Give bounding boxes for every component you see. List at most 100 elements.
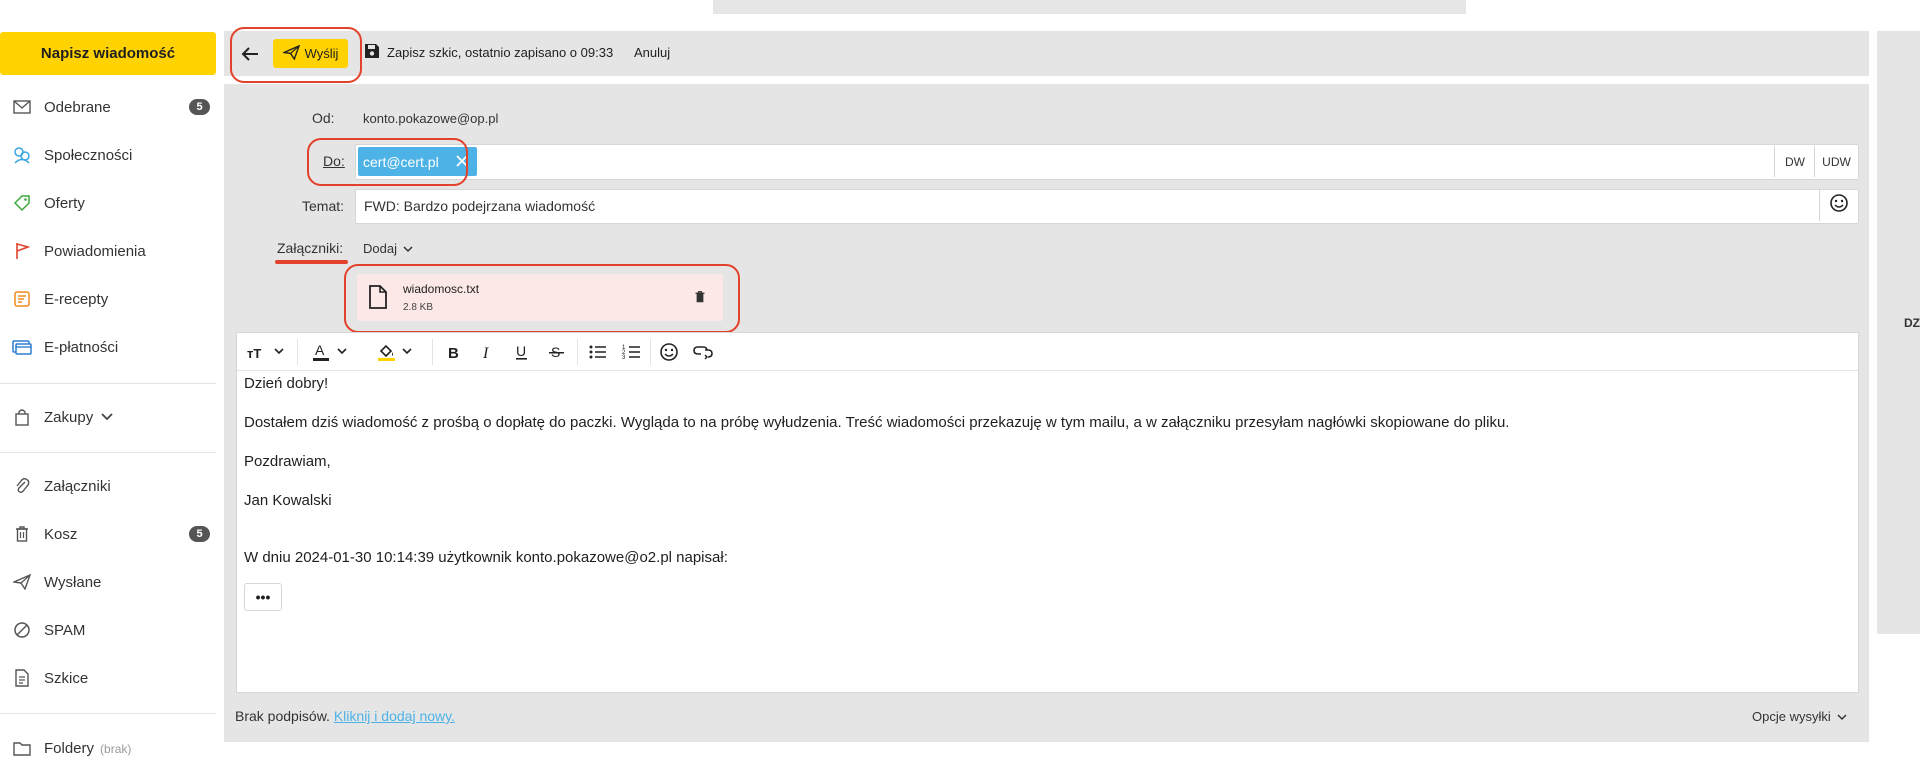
attachment-size: 2.8 KB bbox=[403, 302, 434, 313]
sidebar-item-trash[interactable]: Kosz 5 bbox=[0, 514, 216, 554]
add-attachment-button[interactable]: Dodaj bbox=[363, 241, 413, 256]
text-color-button[interactable]: A bbox=[312, 341, 352, 363]
smiley-icon bbox=[1829, 193, 1849, 218]
body-paragraph: Dostałem dziś wiadomość z prośbą o dopła… bbox=[244, 414, 1510, 431]
people-icon bbox=[12, 145, 32, 165]
attachments-underline-annotation bbox=[275, 260, 348, 264]
numbered-list-icon[interactable]: 123 bbox=[622, 341, 642, 363]
chevron-down-icon bbox=[1837, 709, 1847, 724]
bcc-button[interactable]: UDW bbox=[1814, 146, 1858, 177]
emoji-button[interactable] bbox=[1819, 190, 1858, 221]
to-label[interactable]: Do: bbox=[323, 153, 345, 169]
save-draft-button[interactable]: Zapisz szkic, ostatnio zapisano o 09:33 bbox=[364, 43, 613, 62]
sidebar-item-label: Oferty bbox=[44, 194, 85, 212]
back-arrow-icon[interactable] bbox=[238, 42, 262, 66]
sidebar-item-label: Załączniki bbox=[44, 477, 111, 495]
sidebar-item-label: E-recepty bbox=[44, 290, 109, 308]
compose-button[interactable]: Napisz wiadomość bbox=[0, 32, 216, 75]
add-attachment-label: Dodaj bbox=[363, 241, 397, 256]
font-size-button[interactable]: тT bbox=[247, 341, 287, 363]
save-draft-label: Zapisz szkic, ostatnio zapisano o 09:33 bbox=[387, 45, 614, 60]
cancel-button[interactable]: Anuluj bbox=[634, 45, 670, 60]
message-editor[interactable]: тT A B I U S 123 bbox=[236, 332, 1859, 693]
svg-text:тT: тT bbox=[247, 346, 261, 361]
no-signature-text: Brak podpisów. bbox=[235, 708, 330, 724]
link-icon[interactable] bbox=[693, 341, 713, 363]
toolbar-separator bbox=[297, 339, 298, 365]
sidebar-item-label: SPAM bbox=[44, 621, 86, 639]
strikethrough-icon[interactable]: S bbox=[548, 341, 566, 363]
sidebar-divider bbox=[0, 452, 216, 453]
from-value: konto.pokazowe@op.pl bbox=[363, 111, 499, 126]
close-icon[interactable] bbox=[455, 154, 469, 171]
paper-plane-icon bbox=[281, 44, 300, 63]
show-quoted-button[interactable]: ••• bbox=[244, 583, 282, 611]
sidebar-item-label: Zakupy bbox=[44, 408, 94, 426]
tag-icon bbox=[12, 193, 32, 213]
compose-toolbar: Wyślij Zapisz szkic, ostatnio zapisano o… bbox=[224, 31, 1869, 76]
sidebar-divider bbox=[0, 713, 216, 714]
chevron-down-icon[interactable] bbox=[100, 409, 114, 427]
sidebar-item-inbox[interactable]: Odebrane 5 bbox=[0, 87, 216, 127]
prescription-icon bbox=[12, 289, 32, 309]
toolbar-separator bbox=[577, 339, 578, 365]
send-options-label: Opcje wysyłki bbox=[1752, 709, 1831, 724]
sidebar-item-notifications[interactable]: Powiadomienia bbox=[0, 231, 216, 271]
body-closing: Pozdrawiam, bbox=[244, 453, 331, 470]
flag-icon bbox=[12, 241, 32, 261]
paperclip-icon bbox=[12, 476, 32, 496]
trash-count-badge: 5 bbox=[189, 526, 210, 542]
sidebar-item-label: Kosz bbox=[44, 525, 78, 543]
sidebar-item-folders[interactable]: Foldery (brak) bbox=[0, 728, 216, 768]
toolbar-separator bbox=[650, 339, 651, 365]
body-signature: Jan Kowalski bbox=[244, 492, 332, 509]
add-signature-link[interactable]: Kliknij i dodaj nowy. bbox=[334, 708, 455, 724]
block-icon bbox=[12, 620, 32, 640]
svg-text:3: 3 bbox=[622, 355, 626, 361]
svg-text:I: I bbox=[482, 345, 489, 361]
top-search-bar bbox=[713, 0, 1466, 14]
svg-text:A: A bbox=[315, 342, 325, 358]
cc-button[interactable]: DW bbox=[1774, 146, 1815, 177]
recipient-chip[interactable]: cert@cert.pl bbox=[358, 147, 477, 176]
toolbar-separator bbox=[432, 339, 433, 365]
attachment-name: wiadomosc.txt bbox=[403, 282, 480, 296]
recipient-email: cert@cert.pl bbox=[363, 153, 439, 170]
subject-label: Temat: bbox=[302, 198, 345, 214]
smiley-icon[interactable] bbox=[659, 341, 679, 363]
sidebar-item-spam[interactable]: SPAM bbox=[0, 610, 216, 650]
sidebar-item-label: Powiadomienia bbox=[44, 242, 146, 260]
sidebar-item-shopping[interactable]: Zakupy bbox=[0, 397, 216, 437]
sidebar-item-drafts[interactable]: Szkice bbox=[0, 658, 216, 698]
sidebar-item-sent[interactable]: Wysłane bbox=[0, 562, 216, 602]
to-field[interactable] bbox=[355, 144, 1859, 180]
sidebar-item-e-payments[interactable]: E-płatności bbox=[0, 327, 216, 367]
sidebar-item-e-prescriptions[interactable]: E-recepty bbox=[0, 279, 216, 319]
send-options-button[interactable]: Opcje wysyłki bbox=[1752, 709, 1847, 724]
italic-icon[interactable]: I bbox=[480, 341, 496, 363]
paper-plane-icon bbox=[12, 572, 32, 592]
subject-value[interactable]: FWD: Bardzo podejrzana wiadomość bbox=[364, 198, 595, 214]
highlight-color-button[interactable] bbox=[377, 341, 417, 363]
sidebar-item-communities[interactable]: Społeczności bbox=[0, 135, 216, 175]
attachment-card[interactable]: wiadomosc.txt 2.8 KB bbox=[357, 274, 723, 321]
sidebar-item-offers[interactable]: Oferty bbox=[0, 183, 216, 223]
svg-text:U: U bbox=[516, 343, 526, 359]
bullet-list-icon[interactable] bbox=[588, 341, 608, 363]
from-label: Od: bbox=[312, 110, 335, 126]
underline-icon[interactable]: U bbox=[514, 341, 530, 363]
floppy-disk-icon bbox=[364, 43, 380, 62]
sidebar-divider bbox=[0, 383, 216, 384]
sidebar-item-attachments[interactable]: Załączniki bbox=[0, 466, 216, 506]
unread-count-badge: 5 bbox=[189, 99, 210, 115]
quote-header: W dniu 2024-01-30 10:14:39 użytkownik ko… bbox=[244, 549, 728, 566]
chevron-down-icon bbox=[403, 241, 413, 256]
svg-text:B: B bbox=[448, 345, 459, 361]
sidebar-item-label: Wysłane bbox=[44, 573, 102, 591]
trash-icon[interactable] bbox=[694, 290, 706, 309]
draft-icon bbox=[12, 668, 32, 688]
send-button[interactable]: Wyślij bbox=[273, 39, 348, 68]
file-icon bbox=[368, 285, 388, 314]
bold-icon[interactable]: B bbox=[446, 341, 462, 363]
sidebar-item-label: Szkice bbox=[44, 669, 89, 687]
